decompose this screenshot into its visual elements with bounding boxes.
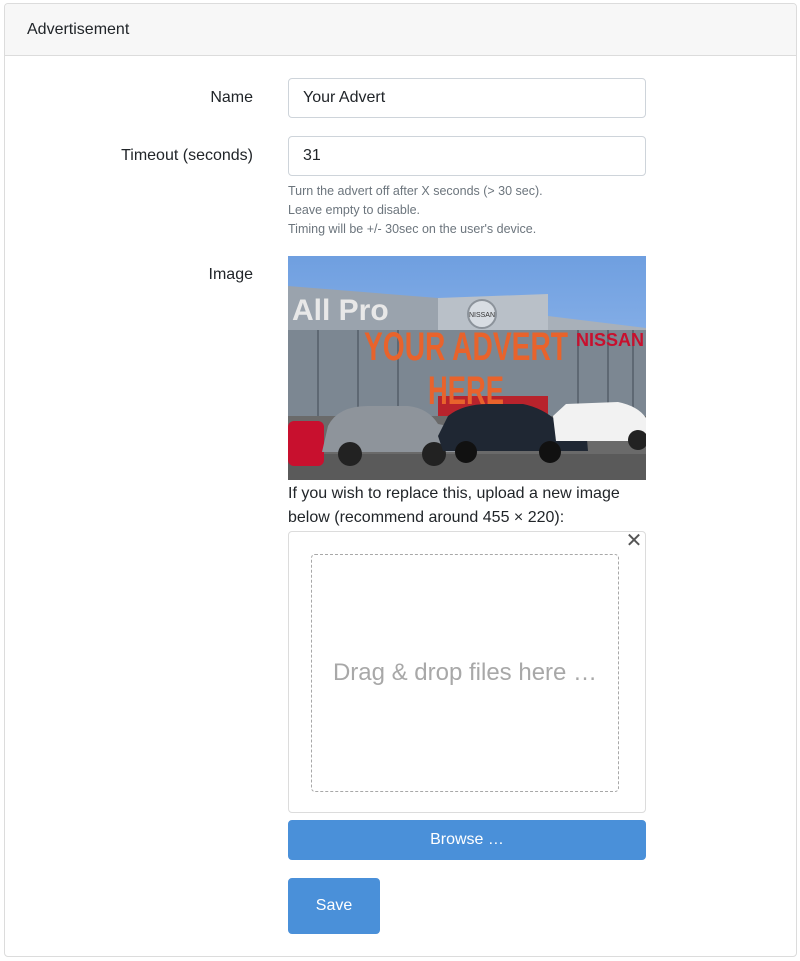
card-title: Advertisement [27, 20, 130, 38]
badge-text: NISSAN [469, 312, 495, 319]
timeout-help-line: Leave empty to disable. [288, 203, 421, 217]
name-input[interactable] [288, 78, 646, 118]
sign-left-text: All Pro [292, 294, 389, 327]
sign-right-text: NISSAN [576, 330, 644, 350]
timeout-help-line: Turn the advert off after X seconds (> 3… [288, 184, 543, 198]
save-button[interactable]: Save [288, 878, 380, 934]
overlay-line1: YOUR ADVERT [364, 325, 568, 369]
browse-button[interactable]: Browse … [288, 820, 646, 860]
replace-image-note: If you wish to replace this, upload a ne… [288, 485, 620, 526]
advertisement-card: Advertisement Name Timeout (seconds) Tur… [4, 3, 797, 957]
timeout-label: Timeout (seconds) [121, 147, 253, 164]
timeout-help-line: Timing will be +/- 30sec on the user's d… [288, 222, 537, 236]
timeout-help: Turn the advert off after X seconds (> 3… [288, 182, 543, 239]
file-dropzone[interactable]: ✕ Drag & drop files here … [288, 530, 646, 813]
timeout-input[interactable] [288, 136, 646, 176]
overlay-line2: HERE [428, 369, 504, 413]
card-header: Advertisement [5, 4, 796, 56]
advert-image-preview: All Pro NISSAN NISSAN YOUR ADVERT HERE [288, 256, 646, 480]
name-label: Name [210, 89, 253, 106]
dropzone-text: Drag & drop files here … [332, 659, 598, 686]
image-label: Image [208, 266, 253, 283]
drop-area[interactable]: Drag & drop files here … [311, 554, 619, 792]
close-icon[interactable]: ✕ [625, 530, 643, 552]
